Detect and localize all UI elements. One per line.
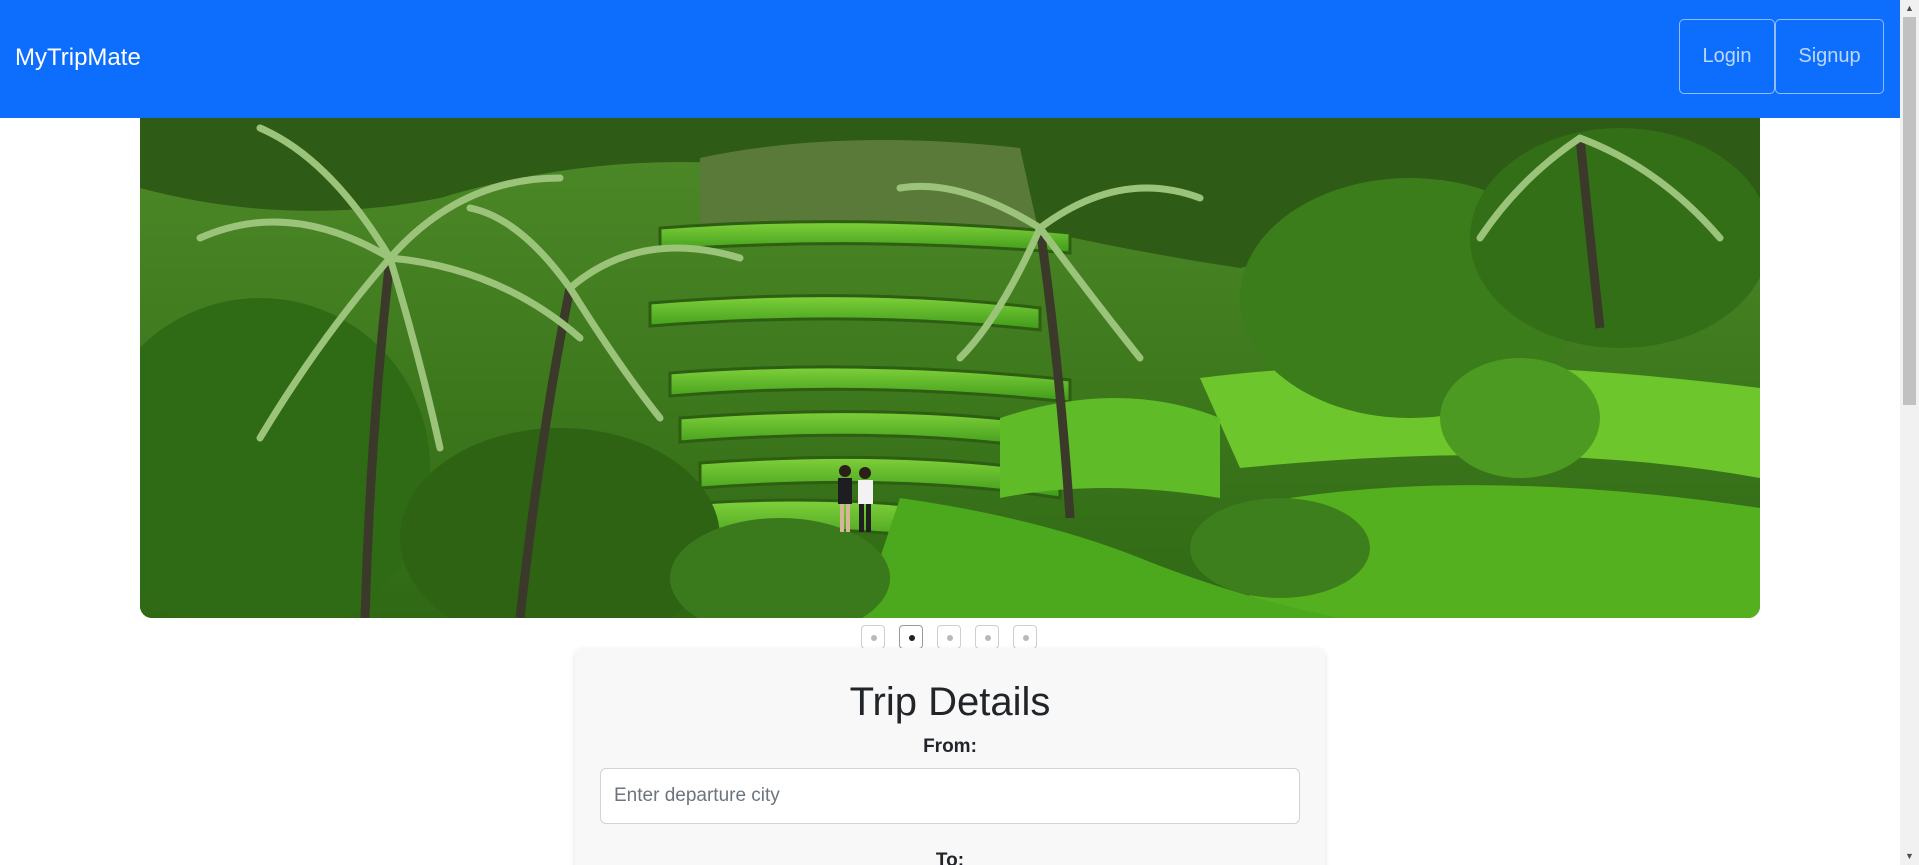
scrollbar-thumb[interactable]	[1903, 17, 1916, 405]
navbar: MyTripMate Login Signup	[0, 0, 1900, 118]
carousel-indicator-2[interactable]	[899, 625, 923, 649]
page: MyTripMate Login Signup Trip Details Fro…	[0, 0, 1900, 865]
chevron-up-icon[interactable]: ▲	[1900, 0, 1919, 17]
trip-details-title: Trip Details	[849, 680, 1051, 724]
carousel-indicator-5[interactable]	[1013, 625, 1037, 649]
to-label: To:	[935, 850, 965, 865]
from-label: From:	[923, 736, 977, 757]
login-button[interactable]: Login	[1679, 19, 1775, 94]
carousel-indicators	[861, 625, 1037, 649]
hero-carousel[interactable]	[140, 118, 1760, 618]
carousel-indicator-1[interactable]	[861, 625, 885, 649]
chevron-down-icon[interactable]: ▼	[1900, 848, 1919, 865]
trip-details-card: Trip Details From: To:	[575, 648, 1325, 865]
brand-logo[interactable]: MyTripMate	[15, 43, 141, 73]
carousel-indicator-4[interactable]	[975, 625, 999, 649]
carousel-indicator-3[interactable]	[937, 625, 961, 649]
carousel-slide-image	[140, 118, 1760, 618]
signup-button[interactable]: Signup	[1775, 19, 1884, 94]
departure-city-input[interactable]	[600, 768, 1300, 824]
vertical-scrollbar[interactable]: ▲ ▼	[1900, 0, 1919, 865]
